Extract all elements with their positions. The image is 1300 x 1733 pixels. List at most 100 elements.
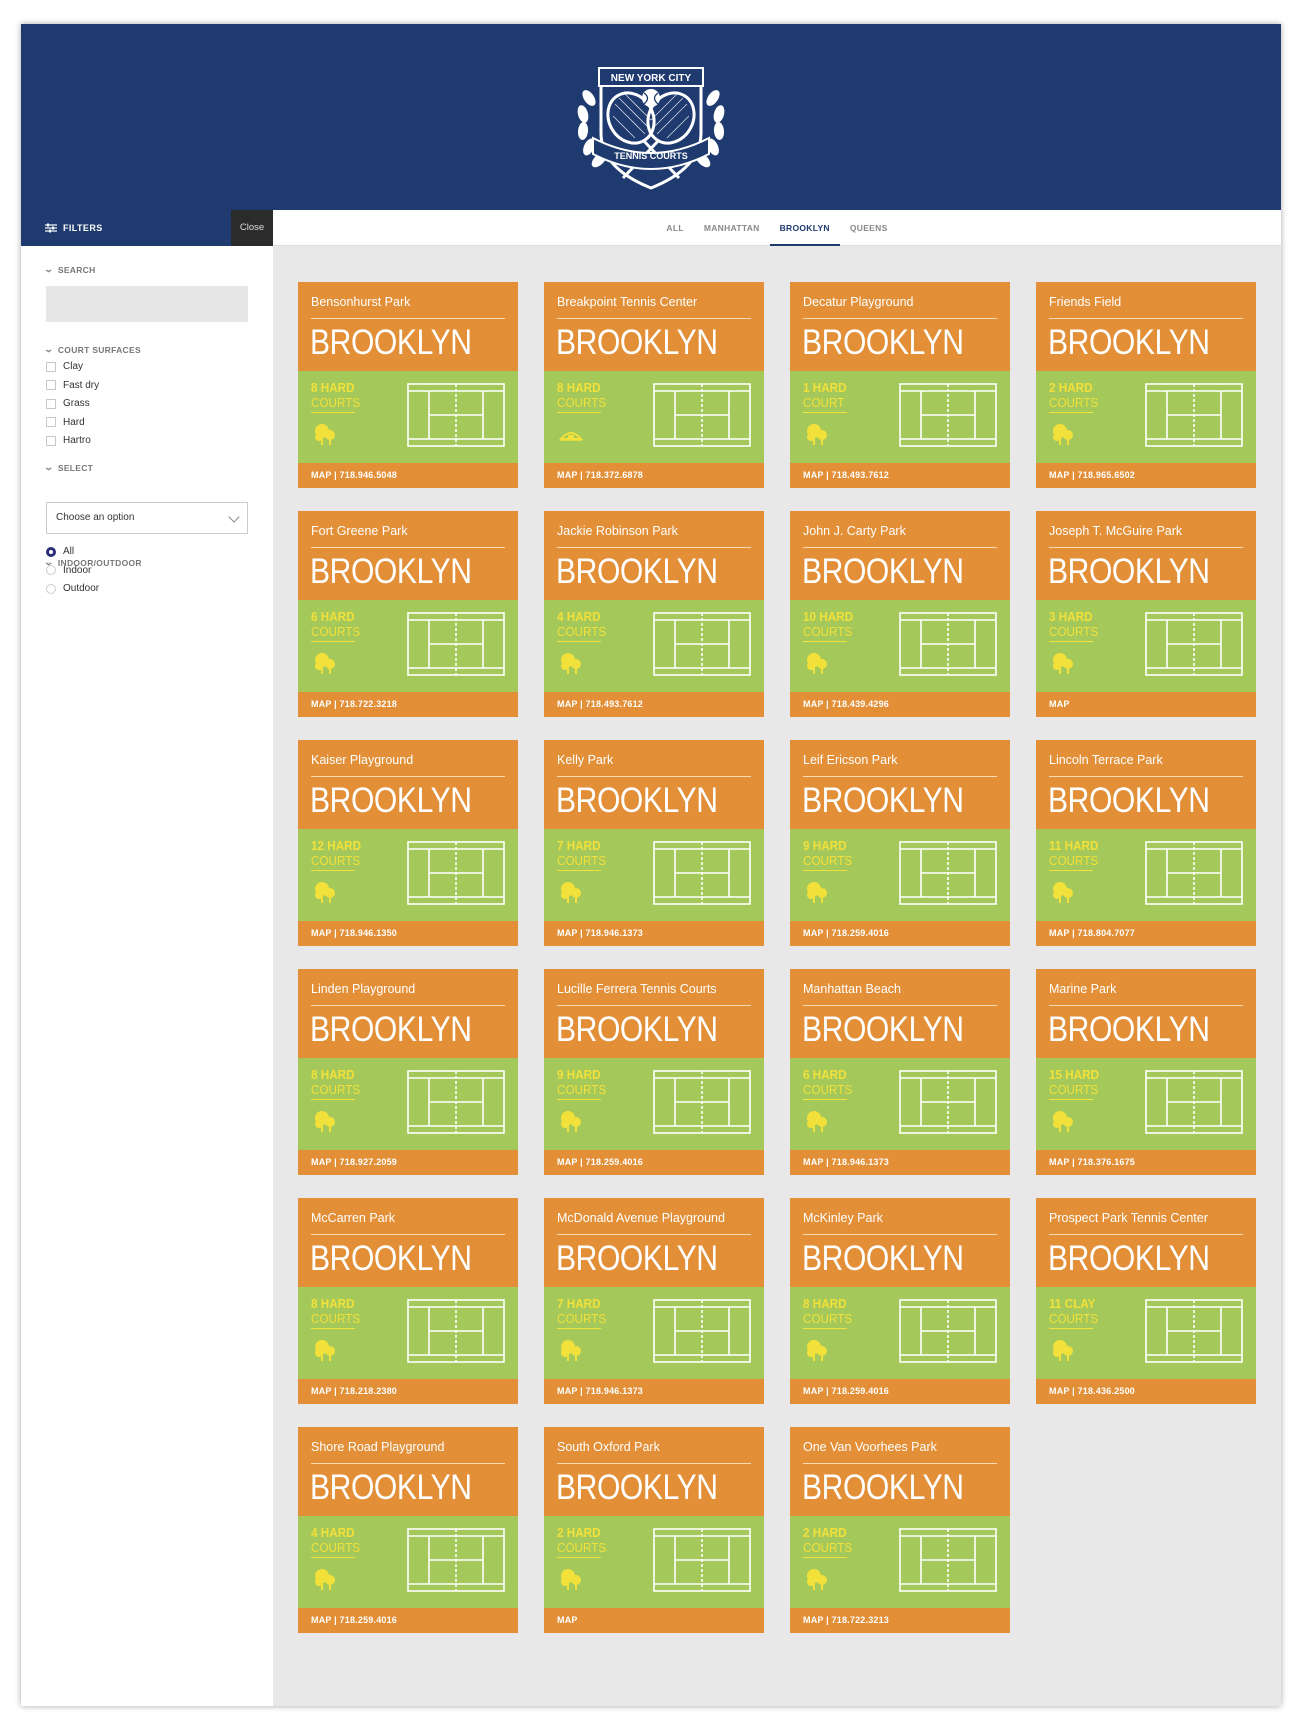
map-phone-link[interactable]: MAP | 718.376.1675 (1049, 1157, 1135, 1167)
court-surfaces-toggle[interactable]: ⌄ COURT SURFACES (43, 344, 141, 355)
divider (1049, 547, 1243, 548)
tennis-court-icon (407, 612, 505, 676)
surface-label: Clay (63, 361, 84, 372)
indoor-outdoor-option[interactable]: All (46, 546, 74, 557)
court-card[interactable]: Leif Ericson Park BROOKLYN 9 HARD COURTS MAP… (790, 740, 1010, 946)
tab-queens[interactable]: QUEENS (840, 210, 898, 246)
tennis-courts-logo[interactable]: NEW YORK CITY TENNIS COURTS (571, 38, 731, 196)
court-card[interactable]: Kaiser Playground BROOKLYN 12 HARD COURTS MA… (298, 740, 518, 946)
court-unit: COURTS (803, 1082, 853, 1097)
select-section-toggle[interactable]: ⌄ SELECT (43, 462, 93, 473)
map-phone-link[interactable]: MAP | 718.436.2500 (1049, 1386, 1135, 1396)
map-phone-link[interactable]: MAP | 718.493.7612 (803, 470, 889, 480)
park-name: Marine Park (1049, 982, 1117, 996)
indoor-outdoor-radio[interactable] (46, 583, 56, 594)
court-card[interactable]: Prospect Park Tennis Center BROOKLYN 11 CL… (1036, 1198, 1256, 1404)
court-card[interactable]: Decatur Playground BROOKLYN 1 HARD COURT MAP… (790, 282, 1010, 488)
court-card[interactable]: McCarren Park BROOKLYN 8 HARD COURTS MAP | 7… (298, 1198, 518, 1404)
surface-option[interactable]: Clay (46, 361, 83, 372)
tab-all[interactable]: ALL (656, 210, 693, 246)
court-card[interactable]: Friends Field BROOKLYN 2 HARD COURTS MAP | 7… (1036, 282, 1256, 488)
map-phone-link[interactable]: MAP (557, 1615, 578, 1625)
map-phone-link[interactable]: MAP | 718.946.1373 (557, 928, 643, 938)
court-card[interactable]: John J. Carty Park BROOKLYN 10 HARD COURTS M… (790, 511, 1010, 717)
divider (311, 1234, 505, 1235)
court-info-panel: 7 HARD COURTS (544, 829, 764, 921)
map-phone-link[interactable]: MAP | 718.259.4016 (311, 1615, 397, 1625)
tennis-court-icon (653, 383, 751, 447)
surface-checkbox[interactable] (46, 417, 56, 427)
option-select[interactable]: Choose an option (46, 502, 248, 534)
court-card[interactable]: Bensonhurst Park BROOKLYN 8 HARD COURTS MAP … (298, 282, 518, 488)
court-info-panel: 12 HARD COURTS (298, 829, 518, 921)
borough-label: BROOKLYN (1048, 1239, 1210, 1278)
map-phone-link[interactable]: MAP | 718.218.2380 (311, 1386, 397, 1396)
indoor-outdoor-radio[interactable] (46, 565, 56, 575)
map-phone-link[interactable]: MAP | 718.259.4016 (557, 1157, 643, 1167)
search-input[interactable] (46, 286, 248, 322)
court-card[interactable]: Lincoln Terrace Park BROOKLYN 11 HARD COURT… (1036, 740, 1256, 946)
borough-label: BROOKLYN (1048, 781, 1210, 820)
court-info-panel: 8 HARD COURTS (298, 371, 518, 463)
map-phone-link[interactable]: MAP | 718.439.4296 (803, 699, 889, 709)
court-card[interactable]: Jackie Robinson Park BROOKLYN 4 HARD COURTS… (544, 511, 764, 717)
court-card[interactable]: McDonald Avenue Playground BROOKLYN 7 HARD… (544, 1198, 764, 1404)
select-value: Choose an option (56, 512, 135, 523)
map-phone-link[interactable]: MAP (1049, 699, 1070, 709)
map-phone-link[interactable]: MAP | 718.927.2059 (311, 1157, 397, 1167)
map-phone-link[interactable]: MAP | 718.372.6878 (557, 470, 643, 480)
surface-option[interactable]: Hard (46, 417, 85, 428)
map-phone-link[interactable]: MAP | 718.965.6502 (1049, 470, 1135, 480)
court-card[interactable]: McKinley Park BROOKLYN 8 HARD COURTS MAP | 7… (790, 1198, 1010, 1404)
tennis-court-icon (899, 841, 997, 905)
map-phone-link[interactable]: MAP | 718.259.4016 (803, 928, 889, 938)
court-unit: COURTS (311, 853, 361, 868)
map-phone-link[interactable]: MAP | 718.946.1350 (311, 928, 397, 938)
surface-checkbox[interactable] (46, 435, 56, 446)
court-card[interactable]: One Van Voorhees Park BROOKLYN 2 HARD COURT… (790, 1427, 1010, 1633)
court-unit: COURTS (557, 624, 607, 639)
indoor-outdoor-option[interactable]: Outdoor (46, 583, 99, 594)
chevron-down-icon (228, 511, 240, 523)
park-name: Manhattan Beach (803, 982, 901, 996)
borough-label: BROOKLYN (1048, 1010, 1210, 1049)
map-phone-link[interactable]: MAP | 718.493.7612 (557, 699, 643, 709)
map-phone-link[interactable]: MAP | 718.946.5048 (311, 470, 397, 480)
search-section-toggle[interactable]: ⌄ SEARCH (43, 264, 96, 275)
map-phone-link[interactable]: MAP | 718.946.1373 (557, 1386, 643, 1396)
surface-option[interactable]: Fast dry (46, 380, 99, 391)
court-count: 4 HARD (557, 609, 601, 624)
indoor-outdoor-radio[interactable] (46, 546, 56, 557)
divider (803, 547, 997, 548)
borough-label: BROOKLYN (802, 781, 964, 820)
tennis-court-icon (653, 612, 751, 676)
court-card[interactable]: Joseph T. McGuire Park BROOKLYN 3 HARD COUR… (1036, 511, 1256, 717)
divider (1049, 1234, 1243, 1235)
map-phone-link[interactable]: MAP | 718.946.1373 (803, 1157, 889, 1167)
court-card[interactable]: Breakpoint Tennis Center BROOKLYN 8 HARD CO… (544, 282, 764, 488)
surface-checkbox[interactable] (46, 398, 56, 409)
court-card[interactable]: Shore Road Playground BROOKLYN 4 HARD COURT… (298, 1427, 518, 1633)
filters-toggle[interactable]: FILTERS (45, 210, 103, 246)
court-card[interactable]: South Oxford Park BROOKLYN 2 HARD COURTS MAP (544, 1427, 764, 1633)
court-card[interactable]: Fort Greene Park BROOKLYN 6 HARD COURTS MAP … (298, 511, 518, 717)
map-phone-link[interactable]: MAP | 718.804.7077 (1049, 928, 1135, 938)
indoor-outdoor-option[interactable]: Indoor (46, 565, 91, 576)
court-card[interactable]: Kelly Park BROOKLYN 7 HARD COURTS MAP | 718.… (544, 740, 764, 946)
court-card[interactable]: Marine Park BROOKLYN 15 HARD COURTS MAP | 71… (1036, 969, 1256, 1175)
close-button[interactable]: Close (231, 210, 273, 246)
surface-option[interactable]: Grass (46, 398, 90, 409)
tab-manhattan[interactable]: MANHATTAN (694, 210, 770, 246)
map-phone-link[interactable]: MAP | 718.722.3213 (803, 1615, 889, 1625)
tab-brooklyn[interactable]: BROOKLYN (769, 210, 840, 246)
surface-checkbox[interactable] (46, 380, 56, 390)
map-phone-link[interactable]: MAP | 718.722.3218 (311, 699, 397, 709)
court-card[interactable]: Lucille Ferrera Tennis Courts BROOKLYN 9 H… (544, 969, 764, 1175)
court-card[interactable]: Manhattan Beach BROOKLYN 6 HARD COURTS MAP |… (790, 969, 1010, 1175)
surface-checkbox[interactable] (46, 361, 56, 372)
court-count: 11 CLAY (1049, 1296, 1096, 1311)
court-unit: COURTS (311, 1311, 361, 1326)
surface-option[interactable]: Hartro (46, 435, 91, 446)
map-phone-link[interactable]: MAP | 718.259.4016 (803, 1386, 889, 1396)
court-card[interactable]: Linden Playground BROOKLYN 8 HARD COURTS MAP… (298, 969, 518, 1175)
